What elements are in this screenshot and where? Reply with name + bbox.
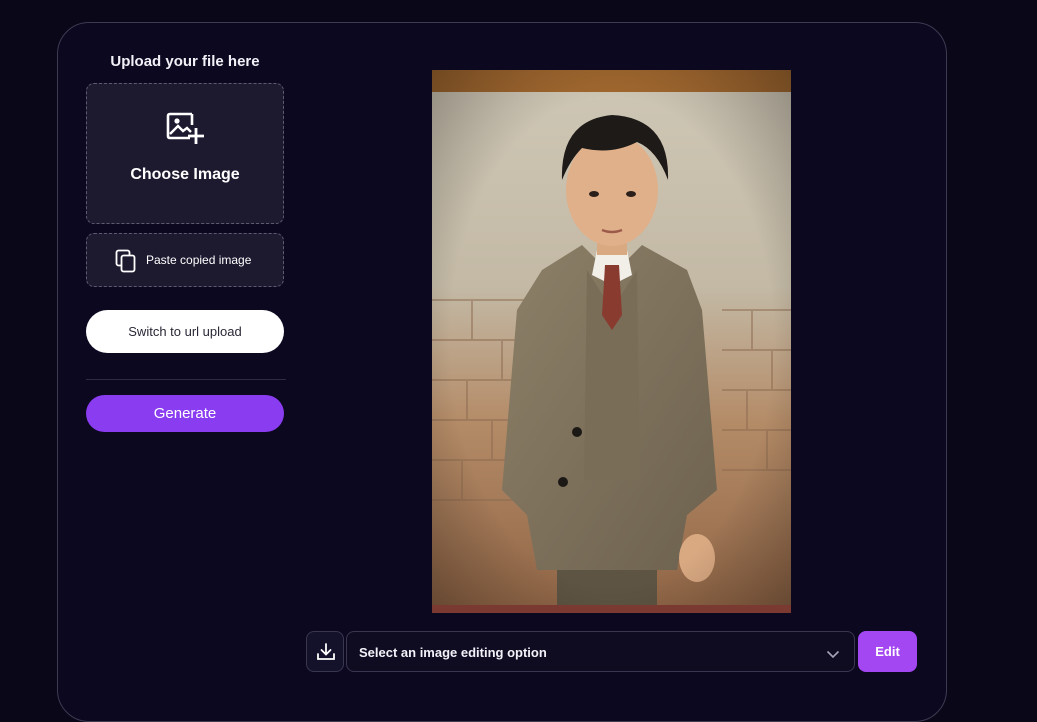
divider bbox=[86, 379, 286, 380]
switch-url-upload-button[interactable]: Switch to url upload bbox=[86, 310, 284, 353]
download-button[interactable] bbox=[306, 631, 344, 672]
editing-option-select[interactable]: Select an image editing option bbox=[346, 631, 855, 672]
choose-image-dropzone[interactable]: Choose Image bbox=[86, 83, 284, 224]
download-icon bbox=[317, 643, 335, 660]
editing-option-placeholder: Select an image editing option bbox=[359, 645, 547, 660]
upload-title: Upload your file here bbox=[110, 53, 260, 70]
chevron-down-icon bbox=[826, 646, 840, 664]
edit-button[interactable]: Edit bbox=[858, 631, 917, 672]
generate-button[interactable]: Generate bbox=[86, 395, 284, 432]
copy-icon bbox=[115, 249, 137, 273]
choose-image-label: Choose Image bbox=[130, 166, 240, 183]
preview-image bbox=[432, 70, 791, 613]
paste-image-label: Paste copied image bbox=[146, 253, 252, 267]
paste-image-button[interactable]: Paste copied image bbox=[86, 233, 284, 287]
add-image-icon bbox=[166, 110, 206, 146]
